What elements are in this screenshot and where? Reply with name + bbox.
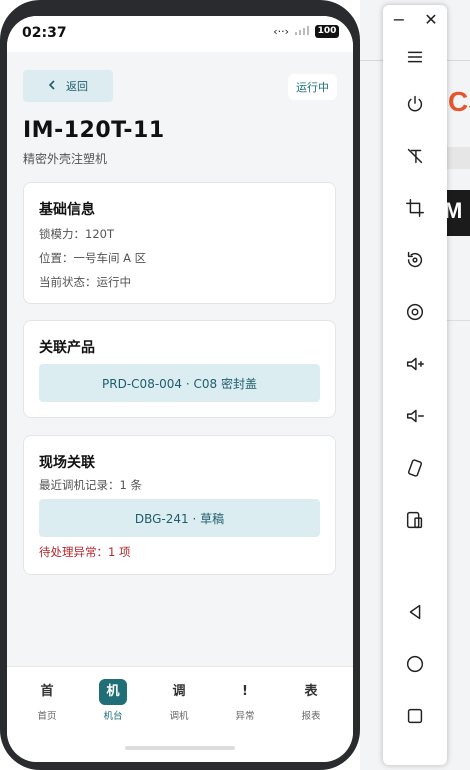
back-button[interactable]: 返回 — [23, 70, 113, 102]
nav-label: 报表 — [301, 711, 321, 722]
battery-icon: 100 — [315, 25, 339, 38]
square-overview-icon — [407, 708, 423, 724]
devices-icon — [406, 511, 423, 529]
report-icon: 表 — [304, 684, 318, 699]
card-heading: 现场关联 — [39, 455, 95, 471]
page-title: IM-120T-11 — [23, 118, 165, 143]
status-icons: ‹··› 100 — [273, 25, 339, 38]
phone-frame: 02:37 ‹··› 100 返回 运行中 IM-120T-11 精密外壳注塑机… — [0, 0, 360, 770]
pending-alert[interactable]: 待处理异常：1 项 — [39, 544, 130, 560]
nav-reports[interactable]: 表 报表 — [286, 679, 336, 722]
screenshot-button[interactable] — [399, 296, 431, 328]
status-time: 02:37 — [22, 25, 67, 41]
volume-up-button[interactable] — [399, 348, 431, 380]
nav-tuning[interactable]: 调 调机 — [154, 679, 204, 722]
menu-icon — [407, 51, 423, 63]
menu-button[interactable] — [399, 41, 431, 73]
nav-label: 调机 — [169, 711, 189, 722]
home-nav-button[interactable] — [399, 648, 431, 680]
rotate-button[interactable] — [399, 244, 431, 276]
triangle-back-icon — [409, 604, 421, 620]
nav-home[interactable]: 首 首页 — [22, 679, 72, 722]
volume-up-icon — [406, 357, 424, 371]
background-bar — [445, 147, 470, 169]
fold-button[interactable] — [399, 504, 431, 536]
crop-icon — [406, 199, 424, 217]
rotate-device-button[interactable] — [399, 452, 431, 484]
nfc-icon: ‹··› — [273, 25, 289, 38]
circle-home-icon — [406, 655, 424, 673]
nav-label: 异常 — [235, 711, 255, 722]
status-bar: 02:37 ‹··› 100 — [7, 16, 353, 52]
rotate-icon — [407, 251, 423, 268]
alert-icon: ! — [242, 684, 248, 699]
card-heading: 基础信息 — [39, 202, 95, 218]
signal-icon — [294, 25, 310, 38]
nav-machines[interactable]: 机 机台 — [88, 679, 138, 722]
minimize-icon[interactable]: − — [392, 10, 405, 29]
home-indicator[interactable] — [125, 746, 235, 750]
volume-down-button[interactable] — [399, 400, 431, 432]
brand-fragment: CS — [448, 86, 470, 118]
camera-icon — [406, 303, 424, 321]
info-row-status: 当前状态：运行中 — [39, 275, 131, 289]
machine-icon: 机 — [99, 679, 127, 705]
power-button[interactable] — [399, 88, 431, 120]
page-subtitle: 精密外壳注塑机 — [23, 152, 108, 166]
emulator-toolbar: − ✕ — [383, 5, 447, 765]
brand-fragment-text: CS — [448, 86, 470, 117]
rotate-device-icon — [407, 459, 423, 477]
status-badge: 运行中 — [288, 74, 337, 100]
nav-label: 首页 — [37, 711, 57, 722]
onsite-card: 现场关联 最近调机记录：1 条 DBG-241 · 草稿 待处理异常：1 项 — [23, 435, 336, 575]
card-heading: 关联产品 — [39, 340, 95, 356]
home-icon: 首 — [40, 684, 54, 699]
phone-screen: 02:37 ‹··› 100 返回 运行中 IM-120T-11 精密外壳注塑机… — [7, 16, 353, 762]
info-row-location: 位置：一号车间 A 区 — [39, 251, 147, 265]
volume-down-icon — [406, 409, 424, 423]
debug-record-link[interactable]: DBG-241 · 草稿 — [39, 499, 320, 537]
no-touch-button[interactable] — [399, 140, 431, 172]
back-label: 返回 — [66, 81, 88, 93]
chevron-left-icon — [48, 79, 56, 93]
basic-info-card: 基础信息 锁模力：120T 位置：一号车间 A 区 当前状态：运行中 — [23, 182, 336, 304]
nav-exceptions[interactable]: ! 异常 — [220, 679, 270, 722]
info-row-clamp-force: 锁模力：120T — [39, 227, 114, 241]
related-product-card: 关联产品 PRD-C08-004 · C08 密封盖 — [23, 320, 336, 418]
touch-off-icon — [407, 148, 423, 164]
tuning-icon: 调 — [172, 684, 186, 699]
crop-button[interactable] — [399, 192, 431, 224]
back-nav-button[interactable] — [399, 596, 431, 628]
recent-records: 最近调机记录：1 条 — [39, 478, 142, 492]
nav-label: 机台 — [103, 711, 123, 722]
toolbar-window-controls: − ✕ — [383, 5, 447, 33]
overview-nav-button[interactable] — [399, 700, 431, 732]
product-link[interactable]: PRD-C08-004 · C08 密封盖 — [39, 364, 320, 402]
power-icon — [407, 95, 423, 112]
close-icon[interactable]: ✕ — [424, 10, 437, 29]
